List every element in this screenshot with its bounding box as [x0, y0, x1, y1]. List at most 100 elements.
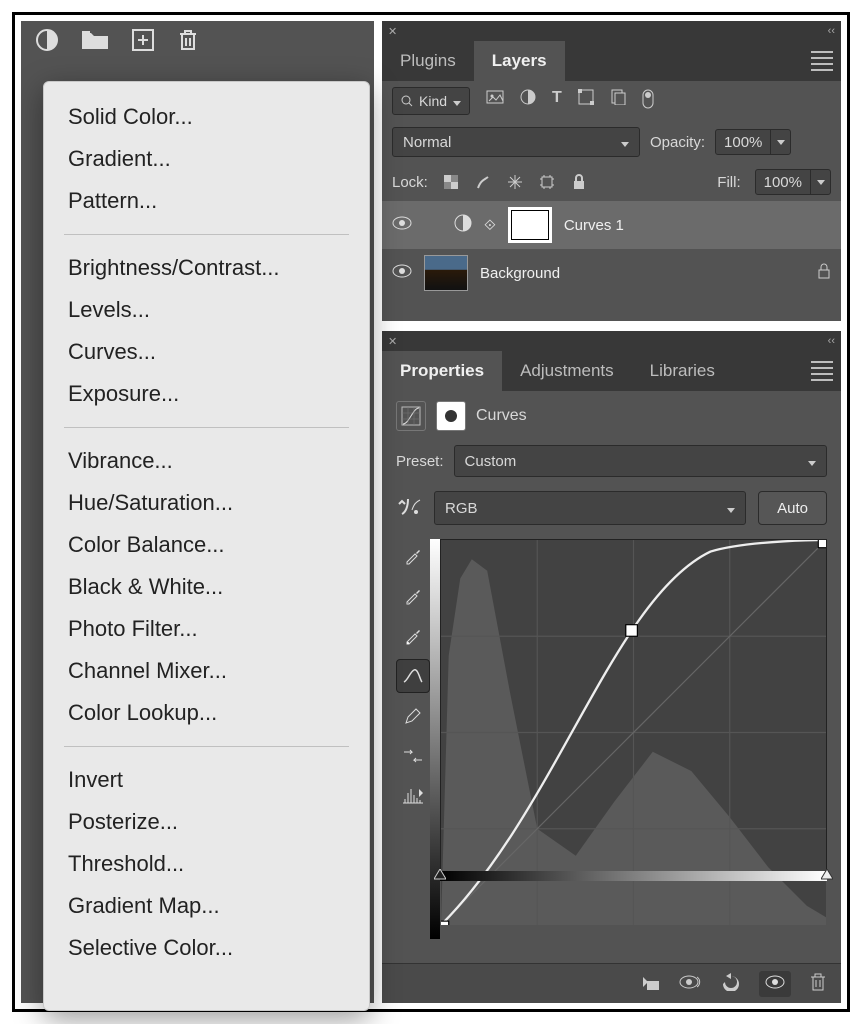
- filter-smartobject-icon[interactable]: [610, 89, 626, 113]
- menu-item[interactable]: Color Balance...: [44, 524, 369, 566]
- tab-layers[interactable]: Layers: [474, 41, 565, 81]
- pencil-tool-icon[interactable]: [396, 699, 430, 733]
- menu-separator: [64, 234, 349, 235]
- layer-row-curves[interactable]: ⟐ Curves 1: [382, 201, 841, 249]
- eyedropper-gray-icon[interactable]: [396, 579, 430, 613]
- histogram-clip-icon[interactable]: [396, 779, 430, 813]
- properties-title: Curves: [476, 407, 527, 425]
- trash-icon[interactable]: [177, 28, 199, 52]
- menu-item[interactable]: Pattern...: [44, 180, 369, 222]
- fill-label: Fill:: [717, 174, 740, 191]
- layer-mask-thumbnail[interactable]: [508, 207, 552, 243]
- menu-item[interactable]: Photo Filter...: [44, 608, 369, 650]
- visibility-icon[interactable]: [392, 216, 412, 234]
- tab-libraries[interactable]: Libraries: [632, 351, 733, 391]
- lock-position-icon[interactable]: [506, 173, 524, 191]
- menu-separator: [64, 427, 349, 428]
- opacity-input[interactable]: 100%: [715, 129, 791, 155]
- menu-item[interactable]: Selective Color...: [44, 927, 369, 969]
- filter-shape-icon[interactable]: [578, 89, 594, 113]
- chevron-down-icon: [727, 500, 735, 517]
- search-icon: [401, 95, 413, 107]
- collapse-icon[interactable]: ‹‹: [828, 25, 835, 37]
- lock-icon[interactable]: [817, 263, 831, 283]
- curves-graph[interactable]: Input: Output:: [440, 539, 827, 953]
- channel-dropdown[interactable]: RGB: [434, 491, 746, 525]
- channel-value: RGB: [445, 500, 478, 517]
- layer-row-background[interactable]: Background: [382, 249, 841, 297]
- menu-item[interactable]: Gradient Map...: [44, 885, 369, 927]
- chevron-down-icon: [621, 134, 629, 151]
- menu-item[interactable]: Posterize...: [44, 801, 369, 843]
- visibility-icon[interactable]: [392, 264, 412, 282]
- layer-name[interactable]: Curves 1: [564, 217, 624, 234]
- menu-item[interactable]: Invert: [44, 759, 369, 801]
- menu-item[interactable]: Solid Color...: [44, 96, 369, 138]
- mask-icon: [436, 401, 466, 431]
- white-point-slider[interactable]: [821, 869, 833, 883]
- link-mask-icon[interactable]: ⟐: [484, 217, 496, 234]
- eyedropper-black-icon[interactable]: [396, 539, 430, 573]
- view-previous-icon[interactable]: [679, 974, 703, 994]
- panel-menu-icon[interactable]: [811, 351, 833, 391]
- fill-input[interactable]: 100%: [755, 169, 831, 195]
- smooth-tool-icon[interactable]: [396, 739, 430, 773]
- close-icon[interactable]: ✕: [388, 335, 397, 348]
- menu-item[interactable]: Brightness/Contrast...: [44, 247, 369, 289]
- lock-pixels-icon[interactable]: [474, 173, 492, 191]
- menu-item[interactable]: Hue/Saturation...: [44, 482, 369, 524]
- preset-label: Preset:: [396, 453, 444, 470]
- trash-icon[interactable]: [809, 972, 827, 996]
- adjustment-layer-icon[interactable]: [35, 28, 59, 52]
- curve-point-tool-icon[interactable]: [396, 659, 430, 693]
- filter-type-icon[interactable]: T: [552, 89, 562, 113]
- panel-menu-icon[interactable]: [811, 41, 833, 81]
- black-point-slider[interactable]: [434, 869, 446, 883]
- collapse-icon[interactable]: ‹‹: [828, 335, 835, 347]
- tab-plugins[interactable]: Plugins: [382, 41, 474, 81]
- tab-properties[interactable]: Properties: [382, 351, 502, 391]
- lock-all-icon[interactable]: [570, 173, 588, 191]
- menu-item[interactable]: Color Lookup...: [44, 692, 369, 734]
- lock-label: Lock:: [392, 174, 428, 191]
- chevron-down-icon: [810, 170, 830, 194]
- menu-item[interactable]: Curves...: [44, 331, 369, 373]
- close-icon[interactable]: ✕: [388, 25, 397, 38]
- clip-to-layer-icon[interactable]: [641, 973, 661, 995]
- menu-item[interactable]: Threshold...: [44, 843, 369, 885]
- adjustment-layer-menu: Solid Color... Gradient... Pattern... Br…: [43, 81, 370, 1011]
- lock-artboard-icon[interactable]: [538, 173, 556, 191]
- new-icon[interactable]: [131, 28, 155, 52]
- menu-item[interactable]: Gradient...: [44, 138, 369, 180]
- toggle-visibility-icon[interactable]: [759, 971, 791, 997]
- reset-icon[interactable]: [721, 973, 741, 995]
- curves-adjustment-icon: [396, 401, 426, 431]
- opacity-value: 100%: [716, 134, 770, 151]
- panel-collapse-bar[interactable]: ✕ ‹‹: [382, 21, 841, 41]
- fill-value: 100%: [756, 174, 810, 191]
- adjustment-thumb-icon: [454, 214, 472, 236]
- filter-adjustment-icon[interactable]: [520, 89, 536, 113]
- lock-transparency-icon[interactable]: [442, 173, 460, 191]
- panel-collapse-bar[interactable]: ✕ ‹‹: [382, 331, 841, 351]
- menu-item[interactable]: Channel Mixer...: [44, 650, 369, 692]
- filter-pixel-icon[interactable]: [486, 89, 504, 113]
- preset-dropdown[interactable]: Custom: [454, 445, 827, 477]
- layer-name[interactable]: Background: [480, 265, 560, 282]
- input-gradient: [440, 871, 827, 881]
- menu-item[interactable]: Exposure...: [44, 373, 369, 415]
- menu-item[interactable]: Levels...: [44, 289, 369, 331]
- layer-filter-dropdown[interactable]: Kind: [392, 87, 470, 115]
- menu-item[interactable]: Black & White...: [44, 566, 369, 608]
- tab-adjustments[interactable]: Adjustments: [502, 351, 632, 391]
- adjustment-menu-column: Solid Color... Gradient... Pattern... Br…: [21, 21, 374, 1003]
- eyedropper-white-icon[interactable]: [396, 619, 430, 653]
- filter-toggle-icon[interactable]: [642, 89, 654, 113]
- target-adjustment-icon[interactable]: [396, 495, 422, 521]
- chevron-down-icon: [808, 453, 816, 470]
- layer-thumbnail[interactable]: [424, 255, 468, 291]
- menu-item[interactable]: Vibrance...: [44, 440, 369, 482]
- blend-mode-dropdown[interactable]: Normal: [392, 127, 640, 157]
- auto-button[interactable]: Auto: [758, 491, 827, 525]
- folder-icon[interactable]: [81, 29, 109, 51]
